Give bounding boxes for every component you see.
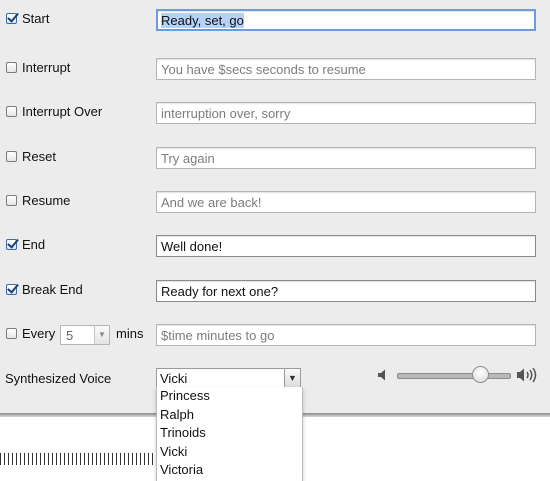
- voice-option-vicki[interactable]: Vicki: [160, 443, 187, 461]
- event-row-reset: Reset Try again: [0, 147, 550, 169]
- reset-message-field[interactable]: Try again: [156, 147, 536, 169]
- tick-marks: [0, 453, 156, 465]
- event-row-resume: Resume And we are back!: [0, 191, 550, 213]
- interrupt-over-message-field[interactable]: interruption over, sorry: [156, 102, 536, 124]
- start-checkbox[interactable]: [6, 13, 17, 24]
- minutes-unit-label: mins: [116, 326, 144, 341]
- break-end-message-field[interactable]: Ready for next one?: [156, 280, 536, 302]
- interrupt-message-field[interactable]: You have $secs seconds to resume: [156, 58, 536, 80]
- event-row-every: Every 5 ▼ mins $time minutes to go: [0, 324, 550, 346]
- end-label: End: [22, 237, 46, 252]
- break-end-checkbox[interactable]: [6, 284, 17, 295]
- interrupt-label: Interrupt: [22, 60, 71, 75]
- event-row-break-end: Break End Ready for next one?: [0, 280, 550, 302]
- voice-selected-value: Vicki: [160, 371, 188, 386]
- voice-option-ralph[interactable]: Ralph: [160, 406, 194, 424]
- every-message-field[interactable]: $time minutes to go: [156, 324, 536, 346]
- chevron-down-icon[interactable]: ▼: [94, 326, 109, 344]
- start-message-text: Ready, set, go: [161, 13, 244, 28]
- voice-option-trinoids[interactable]: Trinoids: [160, 424, 206, 442]
- volume-slider-track[interactable]: [397, 373, 511, 379]
- reset-label: Reset: [22, 149, 56, 164]
- interrupt-over-label: Interrupt Over: [22, 104, 103, 119]
- start-label: Start: [22, 11, 50, 26]
- event-row-interrupt: Interrupt You have $secs seconds to resu…: [0, 58, 550, 80]
- interrupt-checkbox[interactable]: [6, 62, 17, 73]
- event-row-start: Start Ready, set, go: [0, 9, 550, 31]
- speaker-low-icon[interactable]: [377, 368, 391, 382]
- start-message-field[interactable]: Ready, set, go: [156, 9, 536, 31]
- interrupt-over-checkbox[interactable]: [6, 106, 17, 117]
- end-checkbox[interactable]: [6, 239, 17, 250]
- every-checkbox[interactable]: [6, 328, 17, 339]
- resume-message-field[interactable]: And we are back!: [156, 191, 536, 213]
- speaker-high-icon[interactable]: [516, 366, 538, 384]
- chevron-down-icon[interactable]: ▼: [284, 369, 300, 387]
- every-label: Every: [22, 326, 56, 341]
- every-minutes-stepper[interactable]: 5 ▼: [60, 325, 110, 345]
- resume-label: Resume: [22, 193, 71, 208]
- resume-checkbox[interactable]: [6, 195, 17, 206]
- event-row-end: End Well done!: [0, 235, 550, 257]
- voice-dropdown-list: Princess Ralph Trinoids Vicki Victoria: [156, 387, 303, 481]
- event-row-interrupt-over: Interrupt Over interruption over, sorry: [0, 102, 550, 124]
- end-message-field[interactable]: Well done!: [156, 235, 536, 257]
- volume-slider-knob[interactable]: [472, 366, 489, 383]
- voice-option-victoria[interactable]: Victoria: [160, 461, 203, 479]
- break-end-label: Break End: [22, 282, 83, 297]
- voice-option-princess[interactable]: Princess: [160, 387, 210, 405]
- preferences-panel: Start Ready, set, go Interrupt You have …: [0, 0, 550, 415]
- every-minutes-value: 5: [66, 328, 74, 343]
- synthesized-voice-label: Synthesized Voice: [5, 371, 112, 386]
- reset-checkbox[interactable]: [6, 151, 17, 162]
- voice-select[interactable]: Vicki ▼: [156, 368, 301, 388]
